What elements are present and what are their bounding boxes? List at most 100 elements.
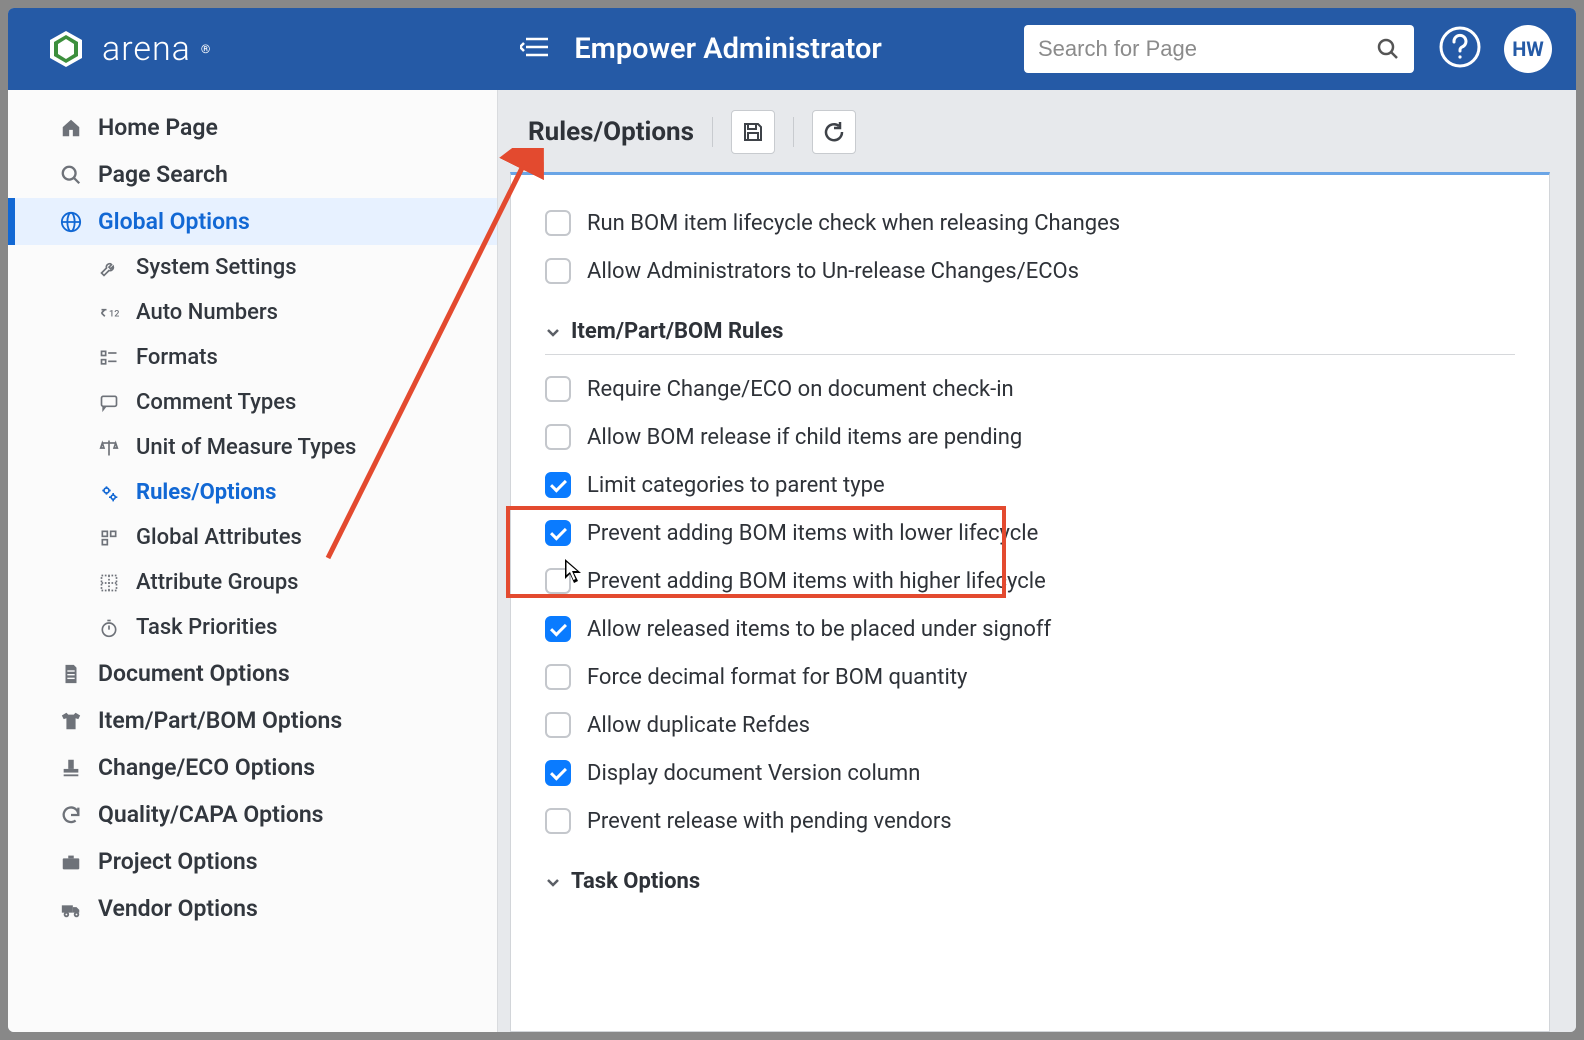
sidebar-item-formats[interactable]: Formats: [8, 335, 497, 380]
checkbox[interactable]: [545, 376, 571, 402]
main-content: Rules/Options Run BOM item lifecycle che…: [498, 90, 1576, 1032]
sidebar-item-vendor-options[interactable]: Vendor Options: [8, 885, 497, 932]
chevron-down-icon: [545, 874, 561, 890]
option-label: Prevent adding BOM items with lower life…: [587, 521, 1038, 546]
stamp-icon: [58, 757, 84, 779]
option-row: Run BOM item lifecycle check when releas…: [545, 199, 1515, 247]
option-row: Prevent adding BOM items with higher lif…: [545, 557, 1515, 605]
sidebar-item-task-priorities[interactable]: Task Priorities: [8, 605, 497, 650]
checkbox[interactable]: [545, 568, 571, 594]
help-button[interactable]: [1438, 25, 1482, 73]
globe-icon: [58, 211, 84, 233]
document-icon: [58, 663, 84, 685]
sidebar-item-label: Change/ECO Options: [98, 754, 315, 781]
checkbox[interactable]: [545, 472, 571, 498]
sidebar-item-rules-options[interactable]: Rules/Options: [8, 470, 497, 515]
section-header-task-options[interactable]: Task Options: [545, 845, 1515, 904]
sidebar-item-label: Quality/CAPA Options: [98, 801, 324, 828]
sidebar-item-label: Auto Numbers: [136, 300, 278, 325]
page-search[interactable]: [1024, 25, 1414, 73]
option-label: Require Change/ECO on document check-in: [587, 377, 1014, 402]
brand-name: arena: [102, 29, 191, 69]
wrench-icon: [96, 258, 122, 278]
avatar[interactable]: HW: [1504, 25, 1552, 73]
sidebar-item-label: Home Page: [98, 114, 218, 141]
option-label: Limit categories to parent type: [587, 473, 885, 498]
sidebar: Home Page Page Search Global Options Sys…: [8, 90, 498, 1032]
options-panel: Run BOM item lifecycle check when releas…: [510, 172, 1550, 1032]
sidebar-item-item-part-bom[interactable]: Item/Part/BOM Options: [8, 697, 497, 744]
brand-logo[interactable]: arena ®: [46, 29, 210, 69]
page-title: Empower Administrator: [574, 32, 881, 66]
sidebar-item-label: Global Attributes: [136, 525, 302, 550]
separator: [712, 117, 713, 147]
refresh-icon: [822, 120, 846, 144]
option-label: Run BOM item lifecycle check when releas…: [587, 211, 1120, 236]
sidebar-item-label: Task Priorities: [136, 615, 277, 640]
checkbox[interactable]: [545, 520, 571, 546]
cycle-icon: [58, 804, 84, 826]
option-label: Allow Administrators to Un-release Chang…: [587, 259, 1079, 284]
option-row: Display document Version column: [545, 749, 1515, 797]
chevron-down-icon: [545, 324, 561, 340]
sidebar-item-project-options[interactable]: Project Options: [8, 838, 497, 885]
checkbox[interactable]: [545, 808, 571, 834]
separator: [793, 117, 794, 147]
balance-icon: [96, 438, 122, 458]
option-row: Require Change/ECO on document check-in: [545, 365, 1515, 413]
option-label: Force decimal format for BOM quantity: [587, 665, 967, 690]
sidebar-item-comment-types[interactable]: Comment Types: [8, 380, 497, 425]
section-header-item-bom-rules[interactable]: Item/Part/BOM Rules: [545, 295, 1515, 355]
briefcase-icon: [58, 851, 84, 873]
sidebar-item-attribute-groups[interactable]: Attribute Groups: [8, 560, 497, 605]
checkbox[interactable]: [545, 210, 571, 236]
sidebar-item-label: System Settings: [136, 255, 297, 280]
section-title: Item/Part/BOM Rules: [571, 319, 783, 344]
checkbox[interactable]: [545, 258, 571, 284]
avatar-initials: HW: [1512, 37, 1544, 61]
save-button[interactable]: [731, 110, 775, 154]
option-label: Allow duplicate Refdes: [587, 713, 810, 738]
checkbox[interactable]: [545, 424, 571, 450]
option-label: Allow released items to be placed under …: [587, 617, 1051, 642]
content-header: Rules/Options: [498, 90, 1576, 172]
section-title: Task Options: [571, 869, 700, 894]
sidebar-item-label: Vendor Options: [98, 895, 258, 922]
home-icon: [58, 117, 84, 139]
sidebar-item-label: Document Options: [98, 660, 290, 687]
app-header: arena ® Empower Administrator HW: [8, 8, 1576, 90]
option-row: Allow Administrators to Un-release Chang…: [545, 247, 1515, 295]
sidebar-item-label: Rules/Options: [136, 480, 276, 505]
option-label: Display document Version column: [587, 761, 920, 786]
sidebar-item-global-attributes[interactable]: Global Attributes: [8, 515, 497, 560]
sidebar-item-global-options[interactable]: Global Options: [8, 198, 497, 245]
sidebar-item-document-options[interactable]: Document Options: [8, 650, 497, 697]
checkbox[interactable]: [545, 712, 571, 738]
truck-icon: [58, 898, 84, 920]
search-icon: [58, 164, 84, 186]
option-label: Allow BOM release if child items are pen…: [587, 425, 1022, 450]
sidebar-item-system-settings[interactable]: System Settings: [8, 245, 497, 290]
sidebar-item-page-search[interactable]: Page Search: [8, 151, 497, 198]
menu-toggle-icon[interactable]: [520, 35, 550, 63]
search-icon[interactable]: [1376, 37, 1400, 61]
refresh-button[interactable]: [812, 110, 856, 154]
option-row: Prevent release with pending vendors: [545, 797, 1515, 845]
option-label: Prevent release with pending vendors: [587, 809, 952, 834]
attributes-icon: [96, 528, 122, 548]
sidebar-item-change-eco[interactable]: Change/ECO Options: [8, 744, 497, 791]
help-icon: [1438, 25, 1482, 69]
sidebar-item-auto-numbers[interactable]: 12 Auto Numbers: [8, 290, 497, 335]
brand-reg-mark: ®: [201, 42, 210, 56]
stopwatch-icon: [96, 618, 122, 638]
content-title: Rules/Options: [528, 117, 694, 147]
sidebar-item-home[interactable]: Home Page: [8, 104, 497, 151]
sidebar-item-uom-types[interactable]: Unit of Measure Types: [8, 425, 497, 470]
sidebar-item-quality-capa[interactable]: Quality/CAPA Options: [8, 791, 497, 838]
checkbox[interactable]: [545, 760, 571, 786]
checkbox[interactable]: [545, 664, 571, 690]
sidebar-item-label: Page Search: [98, 161, 228, 188]
checkbox[interactable]: [545, 616, 571, 642]
search-input[interactable]: [1038, 36, 1376, 62]
sidebar-item-label: Comment Types: [136, 390, 296, 415]
